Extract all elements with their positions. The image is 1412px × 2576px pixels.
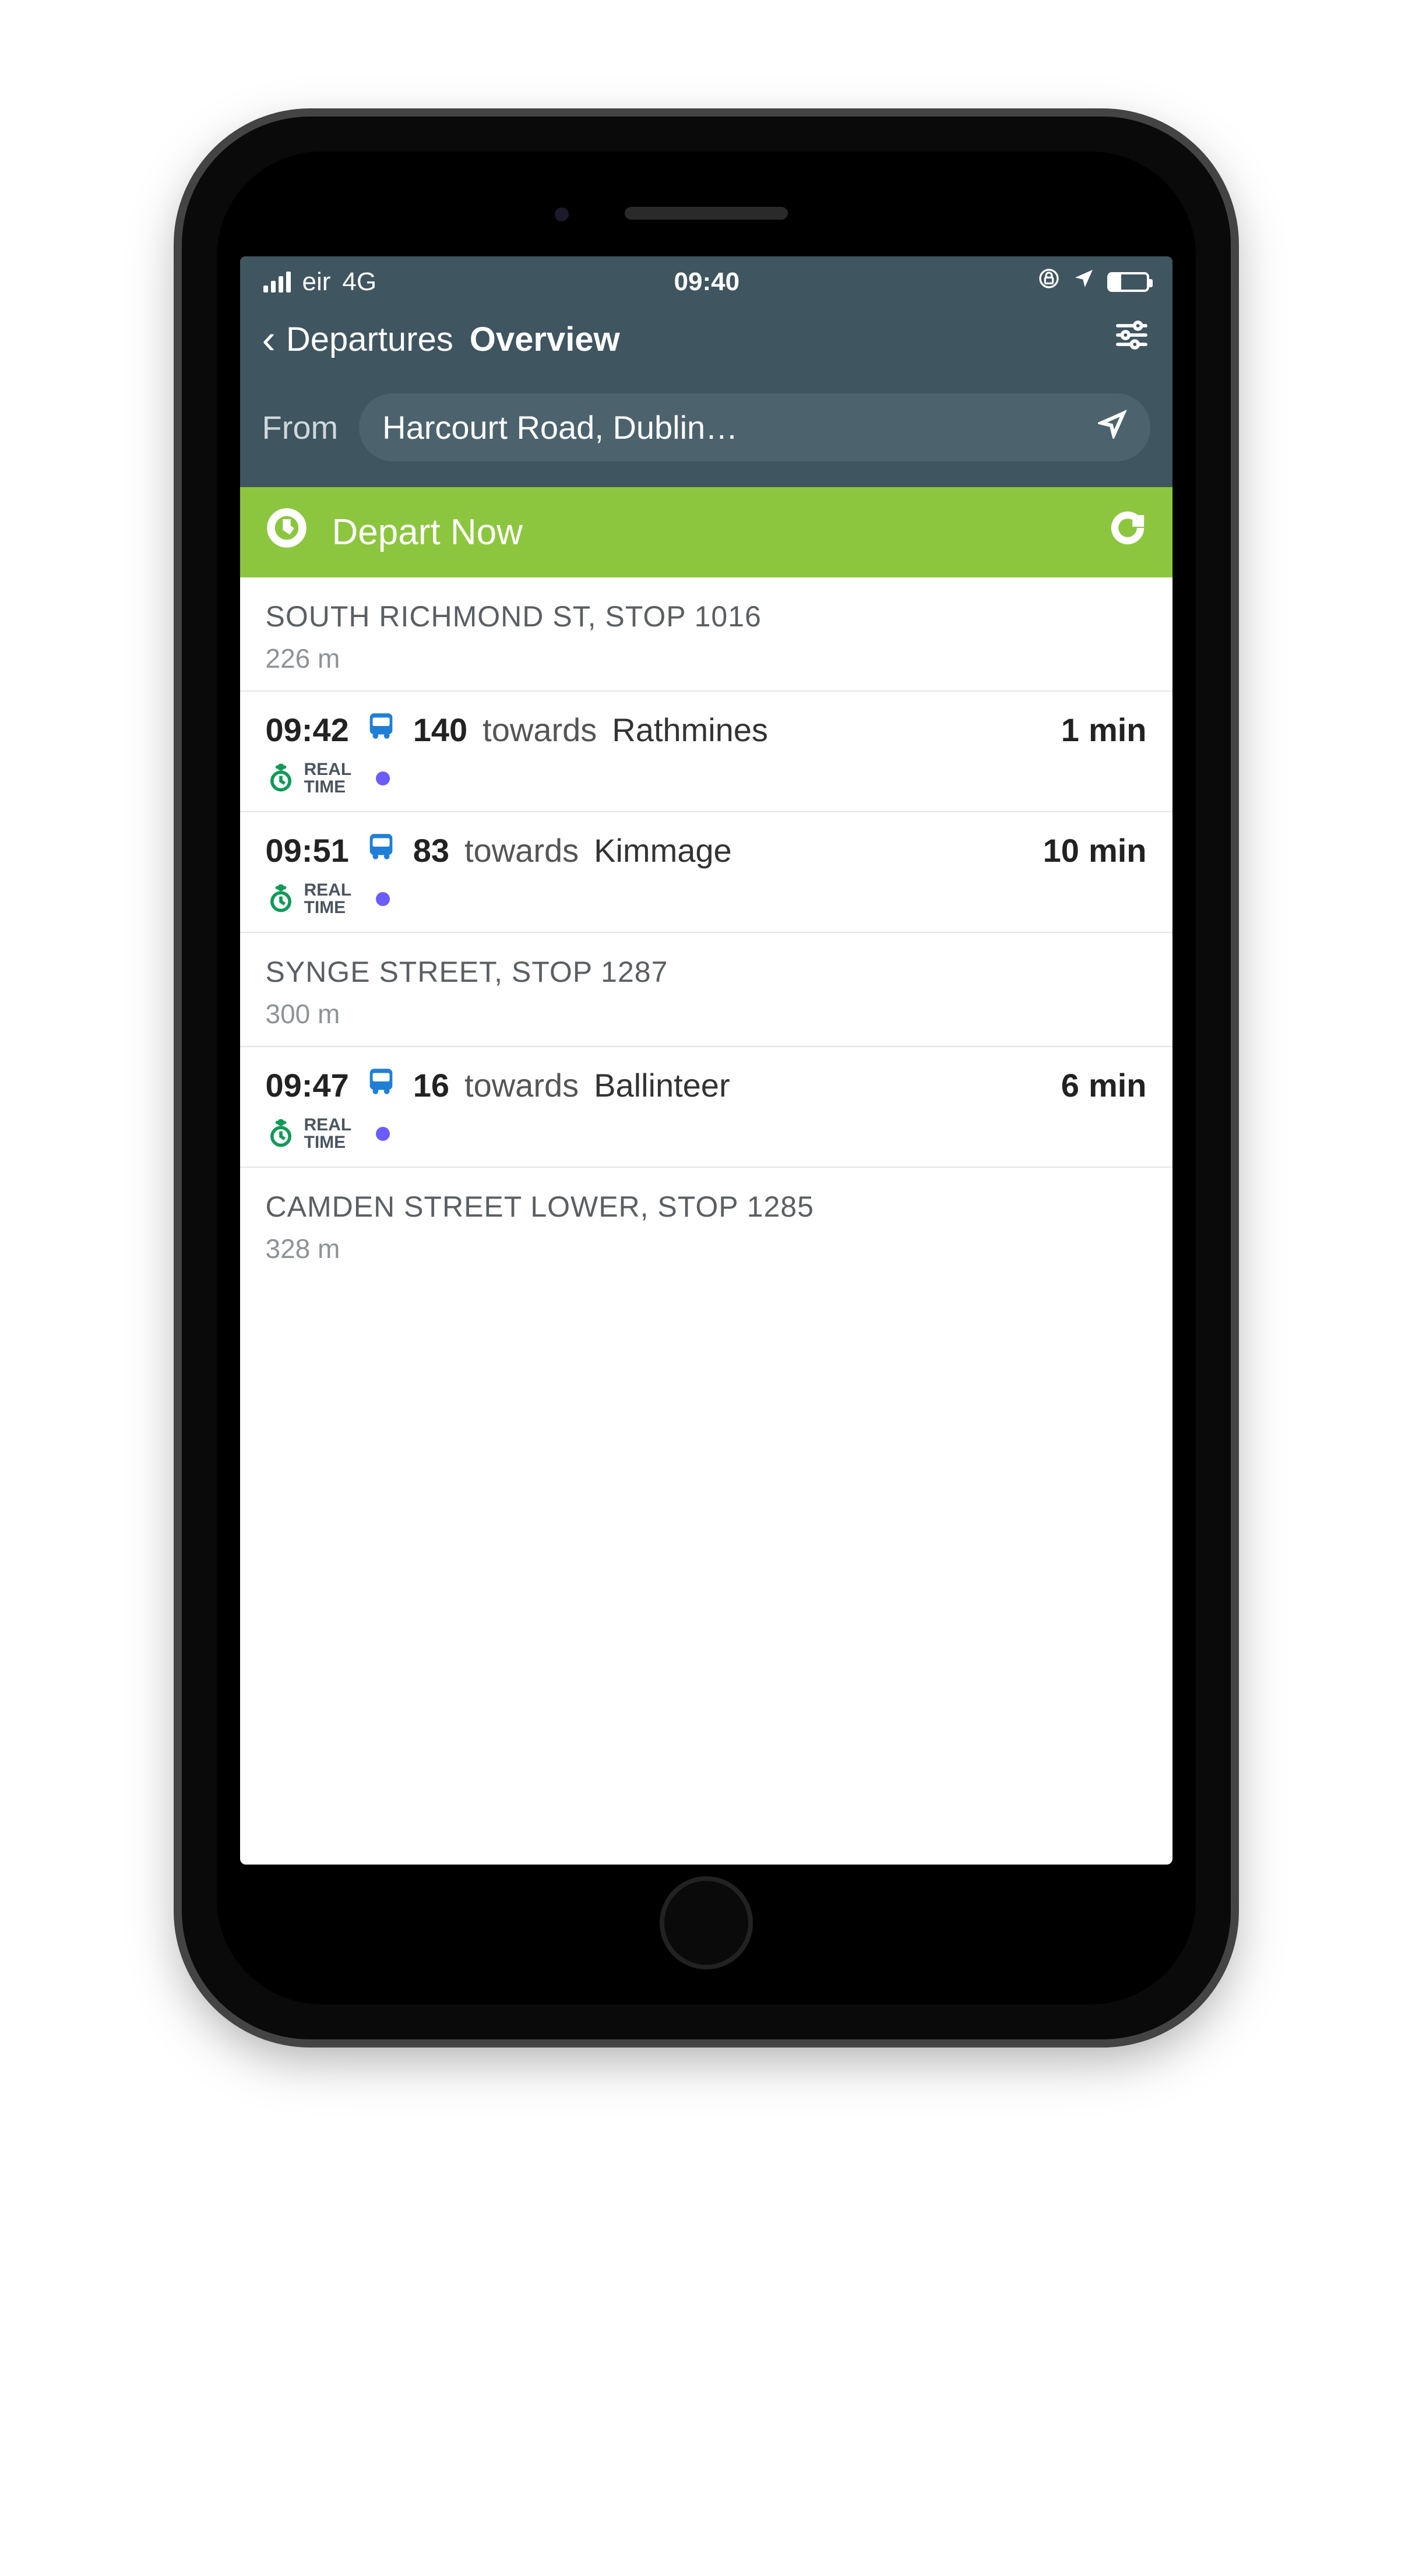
- towards-label: towards: [483, 711, 597, 749]
- destination: Rathmines: [612, 711, 768, 749]
- from-location-pill[interactable]: Harcourt Road, Dublin…: [359, 393, 1150, 461]
- from-value: Harcourt Road, Dublin…: [382, 408, 1084, 446]
- departure-row[interactable]: 09:51 83 towards Kimmage 10 min: [240, 812, 1172, 933]
- phone-inner: eir 4G 09:40 ‹ Departures Ov: [217, 151, 1196, 2004]
- phone-frame: eir 4G 09:40 ‹ Departures Ov: [182, 117, 1231, 2039]
- realtime-badge: REAL TIME: [266, 882, 352, 917]
- departure-time: 09:42: [266, 711, 349, 749]
- towards-label: towards: [464, 831, 579, 869]
- back-chevron-icon[interactable]: ‹: [262, 319, 276, 360]
- orientation-lock-icon: [1037, 267, 1061, 297]
- home-button[interactable]: [660, 1876, 753, 1969]
- stop-header[interactable]: SYNGE STREET, STOP 1287 300 m: [240, 933, 1172, 1047]
- refresh-button[interactable]: [1108, 509, 1147, 556]
- screen: eir 4G 09:40 ‹ Departures Ov: [240, 256, 1172, 1865]
- location-arrow-icon[interactable]: [1098, 408, 1127, 446]
- realtime-l2: TIME: [304, 1134, 352, 1151]
- location-icon: [1072, 267, 1096, 297]
- filters-button[interactable]: [1113, 316, 1150, 362]
- nav-bar: ‹ Departures Overview: [240, 305, 1172, 378]
- departure-row[interactable]: 09:47 16 towards Ballinteer 6 min: [240, 1047, 1172, 1168]
- departure-time: 09:47: [266, 1066, 349, 1104]
- stop-name: CAMDEN STREET LOWER, STOP 1285: [266, 1190, 1147, 1224]
- front-camera: [555, 207, 569, 221]
- from-label: From: [262, 408, 339, 446]
- eta-unit: min: [1089, 711, 1147, 749]
- eta-unit: min: [1089, 831, 1147, 869]
- statusbar-time: 09:40: [393, 267, 1020, 297]
- network-label: 4G: [342, 267, 376, 297]
- carrier-label: eir: [302, 267, 331, 297]
- clock-icon: [266, 507, 308, 558]
- realtime-l1: REAL: [304, 761, 352, 778]
- eta-value: 1: [1061, 711, 1079, 749]
- operator-dot-icon: [376, 771, 390, 785]
- bus-icon: [364, 709, 398, 750]
- stop-header[interactable]: SOUTH RICHMOND ST, STOP 1016 226 m: [240, 577, 1172, 692]
- back-button[interactable]: Departures: [286, 320, 453, 359]
- signal-icon: [263, 272, 291, 293]
- route-number: 16: [413, 1066, 449, 1104]
- eta-unit: min: [1089, 1066, 1147, 1104]
- realtime-l2: TIME: [304, 899, 352, 917]
- stop-distance: 328 m: [266, 1233, 1147, 1264]
- operator-dot-icon: [376, 892, 390, 906]
- departures-list[interactable]: SOUTH RICHMOND ST, STOP 1016 226 m 09:42…: [240, 577, 1172, 1865]
- departure-row[interactable]: 09:42 140 towards Rathmines 1 min: [240, 692, 1172, 812]
- stop-name: SOUTH RICHMOND ST, STOP 1016: [266, 600, 1147, 633]
- realtime-l1: REAL: [304, 1116, 352, 1134]
- status-bar: eir 4G 09:40: [240, 256, 1172, 305]
- eta-value: 6: [1061, 1066, 1079, 1104]
- towards-label: towards: [464, 1066, 579, 1104]
- destination: Ballinteer: [594, 1066, 730, 1104]
- route-number: 140: [413, 711, 467, 749]
- depart-now-bar[interactable]: Depart Now: [240, 487, 1172, 577]
- realtime-badge: REAL TIME: [266, 1116, 352, 1151]
- departure-time: 09:51: [266, 831, 349, 869]
- eta-value: 10: [1043, 831, 1079, 869]
- stop-header[interactable]: CAMDEN STREET LOWER, STOP 1285 328 m: [240, 1168, 1172, 1281]
- stop-distance: 300 m: [266, 998, 1147, 1030]
- earpiece-speaker: [625, 207, 788, 220]
- depart-label: Depart Now: [332, 512, 1084, 553]
- bus-icon: [364, 830, 398, 871]
- from-row: From Harcourt Road, Dublin…: [240, 378, 1172, 487]
- realtime-l1: REAL: [304, 882, 352, 899]
- stop-distance: 226 m: [266, 643, 1147, 674]
- realtime-l2: TIME: [304, 778, 352, 796]
- destination: Kimmage: [594, 831, 732, 869]
- operator-dot-icon: [376, 1127, 390, 1141]
- stop-name: SYNGE STREET, STOP 1287: [266, 955, 1147, 989]
- route-number: 83: [413, 831, 449, 869]
- battery-icon: [1107, 272, 1149, 292]
- page-title: Overview: [470, 320, 620, 359]
- realtime-badge: REAL TIME: [266, 761, 352, 796]
- bus-icon: [364, 1065, 398, 1106]
